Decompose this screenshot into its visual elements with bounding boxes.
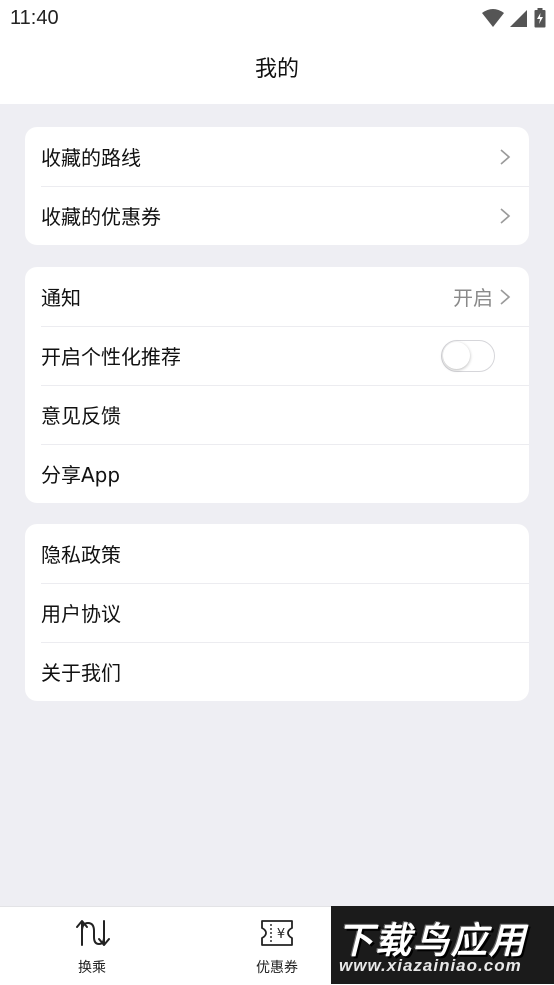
about-us-item[interactable]: 关于我们 [25,642,529,701]
page-title: 我的 [254,57,299,82]
tab-coupons-label: 优惠券 [256,960,298,976]
user-agreement-label: 用户协议 [41,602,121,626]
share-app-item[interactable]: 分享App [25,444,529,503]
tab-transfer[interactable]: 换乘 [52,917,132,977]
chevron-right-icon [500,288,511,305]
svg-text:¥: ¥ [277,927,285,942]
transfer-icon [76,920,110,946]
chevron-right-icon [500,207,511,224]
about-us-label: 关于我们 [41,661,121,685]
share-app-label: 分享App [41,463,121,487]
wifi-icon [482,9,504,27]
favorite-routes-label: 收藏的路线 [41,146,141,170]
privacy-policy-label: 隐私政策 [41,543,121,567]
favorite-coupons-label: 收藏的优惠券 [41,205,161,229]
toggle-knob [443,341,470,369]
status-bar: 11:40 [0,0,554,38]
site-watermark: 下载鸟应用 www.xiazainiao.com [331,906,554,984]
favorite-routes-item[interactable]: 收藏的路线 [25,127,529,186]
tab-coupons[interactable]: ¥ 优惠券 [237,917,317,977]
privacy-policy-item[interactable]: 隐私政策 [25,524,529,583]
personalized-recommendation-label: 开启个性化推荐 [41,345,181,369]
notification-item[interactable]: 通知 开启 [25,267,529,326]
personalized-recommendation-toggle[interactable] [441,339,495,372]
status-icons [482,8,546,28]
signal-icon [510,10,527,27]
favorite-coupons-item[interactable]: 收藏的优惠券 [25,186,529,245]
tab-transfer-label: 换乘 [78,960,106,976]
about-card: 隐私政策 用户协议 关于我们 [25,524,529,701]
battery-icon [534,8,546,28]
user-agreement-item[interactable]: 用户协议 [25,583,529,642]
feedback-item[interactable]: 意见反馈 [25,385,529,444]
coupon-icon: ¥ [261,920,293,946]
page-header: 我的 [0,38,554,104]
notification-value: 开启 [453,286,493,310]
settings-card: 通知 开启 开启个性化推荐 意见反馈 分享App [25,267,529,503]
feedback-label: 意见反馈 [41,404,121,428]
watermark-url: www.xiazainiao.com [339,956,522,975]
chevron-right-icon [500,148,511,165]
status-time: 11:40 [10,7,59,29]
notification-label: 通知 [41,286,81,310]
personalized-recommendation-item: 开启个性化推荐 [25,326,529,385]
favorites-card: 收藏的路线 收藏的优惠券 [25,127,529,245]
